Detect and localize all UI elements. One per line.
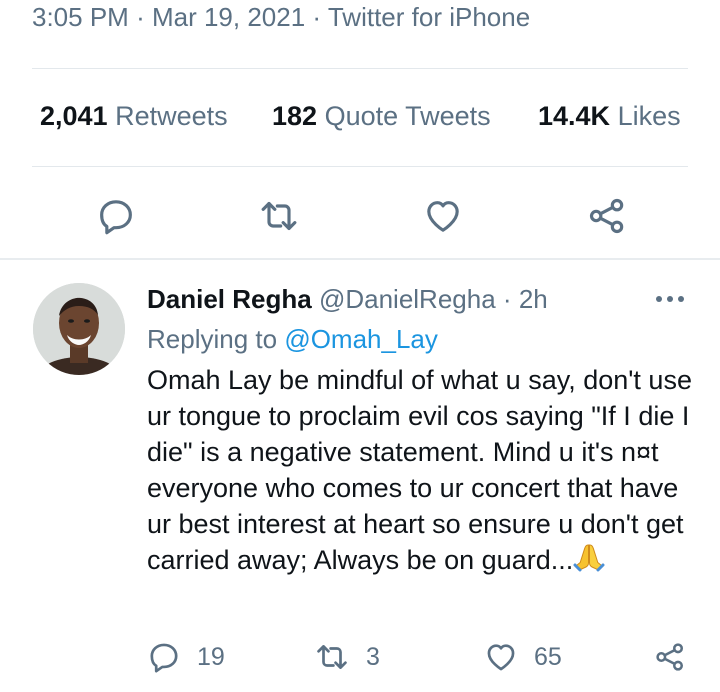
avatar-photo	[33, 283, 125, 375]
replying-to-label: Replying to	[147, 324, 278, 354]
reply-button[interactable]	[96, 196, 136, 236]
reply-button[interactable]: 19	[147, 640, 225, 674]
likes-stat[interactable]: 14.4K Likes	[538, 101, 681, 132]
tweet-date[interactable]: Mar 19, 2021	[152, 2, 305, 32]
retweets-count: 2,041	[40, 101, 108, 131]
author-handle[interactable]: @DanielRegha	[319, 284, 496, 314]
reply-count: 19	[197, 642, 225, 671]
share-button[interactable]	[587, 196, 627, 236]
avatar[interactable]	[33, 283, 125, 375]
retweet-count: 3	[366, 642, 380, 671]
tweet-source[interactable]: Twitter for iPhone	[328, 2, 530, 32]
like-button[interactable]	[423, 196, 463, 236]
retweet-button[interactable]	[259, 196, 299, 236]
tweet-text: Omah Lay be mindful of what u say, don't…	[147, 362, 695, 578]
header-separator: ·	[502, 284, 512, 314]
heart-icon	[487, 644, 515, 671]
likes-label: Likes	[617, 101, 681, 131]
replying-to: Replying to @Omah_Lay	[147, 324, 438, 355]
reply-icon	[150, 643, 178, 673]
more-icon	[656, 296, 684, 302]
meta-separator: ·	[312, 2, 322, 32]
retweets-label: Retweets	[115, 101, 228, 131]
tweet-timestamp: 3:05 PM · Mar 19, 2021 · Twitter for iPh…	[32, 2, 530, 33]
meta-separator: ·	[136, 2, 145, 32]
quotes-label: Quote Tweets	[324, 101, 491, 131]
divider	[0, 258, 720, 260]
retweet-icon	[317, 645, 347, 669]
heart-icon	[427, 201, 459, 232]
share-icon	[656, 643, 683, 671]
replying-to-handle[interactable]: @Omah_Lay	[284, 324, 438, 354]
share-button[interactable]	[654, 640, 686, 674]
retweet-icon	[261, 201, 297, 231]
retweets-stat[interactable]: 2,041 Retweets	[40, 101, 228, 132]
tweet-time: 3:05 PM	[32, 2, 129, 32]
likes-count: 14.4K	[538, 101, 611, 131]
more-options-button[interactable]	[652, 287, 688, 311]
retweet-button[interactable]: 3	[314, 640, 380, 674]
tweet-body: Omah Lay be mindful of what u say, don't…	[147, 365, 692, 575]
divider	[32, 68, 688, 69]
tweet-age[interactable]: 2h	[519, 284, 548, 314]
reply-tweet-header: Daniel Regha @DanielRegha · 2h	[147, 284, 548, 315]
quotes-count: 182	[272, 101, 318, 131]
reply-icon	[100, 200, 132, 235]
like-button[interactable]: 65	[484, 640, 562, 674]
divider	[32, 166, 688, 167]
folded-hands-icon	[573, 542, 605, 572]
like-count: 65	[534, 642, 562, 671]
share-icon	[589, 198, 624, 234]
quote-tweets-stat[interactable]: 182 Quote Tweets	[272, 101, 491, 132]
author-name[interactable]: Daniel Regha	[147, 284, 312, 314]
